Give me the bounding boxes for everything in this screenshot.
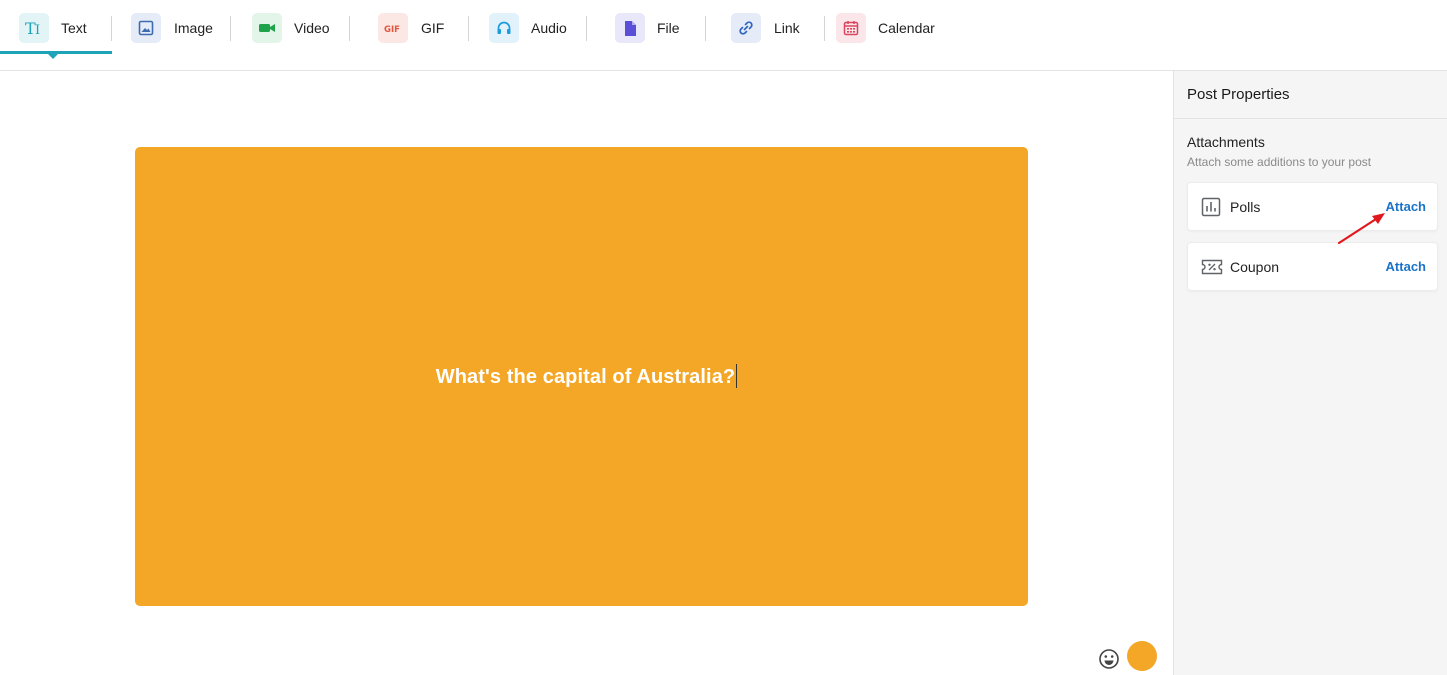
toolbar-divider [349,16,350,41]
tab-link-label: Link [774,20,800,36]
headphones-icon [489,13,519,43]
toolbar-divider [468,16,469,41]
panel-title: Post Properties [1174,71,1447,119]
text-post-canvas[interactable]: What's the capital of Australia? [135,147,1028,606]
attach-coupon-button[interactable]: Attach [1386,259,1426,274]
tab-text[interactable]: T I Text [19,0,87,56]
attachment-polls: Polls Attach [1187,182,1438,231]
tab-file[interactable]: File [615,0,680,56]
tab-calendar-label: Calendar [878,20,935,36]
attachment-coupon: Coupon Attach [1187,242,1438,291]
coupon-ticket-icon [1201,257,1223,277]
active-tab-caret [47,53,59,59]
post-text-input[interactable]: What's the capital of Australia? [426,364,738,389]
link-icon [731,13,761,43]
file-icon [615,13,645,43]
tab-image-label: Image [174,20,213,36]
tab-gif-label: GIF [421,20,445,36]
post-text: What's the capital of Australia? [435,366,736,388]
post-editor: What's the capital of Australia? [0,71,1173,675]
tab-audio[interactable]: Audio [489,0,567,56]
tab-text-label: Text [61,20,87,36]
tab-file-label: File [657,20,680,36]
svg-text:GIF: GIF [384,25,400,34]
attachments-heading: Attachments [1187,134,1265,150]
emoji-icon[interactable] [1098,648,1120,670]
attachment-name: Polls [1230,199,1261,215]
attachments-subtitle: Attach some additions to your post [1187,155,1372,169]
tab-video[interactable]: Video [252,0,330,56]
attachment-name: Coupon [1230,259,1280,275]
toolbar-divider [705,16,706,41]
video-camera-icon [252,13,282,43]
tab-image[interactable]: Image [131,0,213,56]
toolbar-divider [111,16,112,41]
text-format-icon: T I [19,13,49,43]
calendar-icon [836,13,866,43]
toolbar-divider [230,16,231,41]
poll-chart-icon [1201,197,1223,217]
gif-icon: GIF [378,13,408,43]
tab-video-label: Video [294,20,330,36]
tab-audio-label: Audio [531,20,567,36]
tab-calendar[interactable]: Calendar [836,0,935,56]
toolbar-divider [586,16,587,41]
post-properties-panel: Post Properties Attachments Attach some … [1173,71,1447,675]
attach-polls-button[interactable]: Attach [1386,199,1426,214]
background-color-picker[interactable] [1127,641,1157,671]
toolbar-divider [824,16,825,41]
svg-text:I: I [35,23,40,37]
tab-gif[interactable]: GIF GIF [378,0,444,56]
post-type-toolbar: T I Text Image Video GIF GIF Audio File … [0,0,1447,71]
text-caret [736,364,738,388]
image-icon [131,13,161,43]
tab-link[interactable]: Link [731,0,800,56]
